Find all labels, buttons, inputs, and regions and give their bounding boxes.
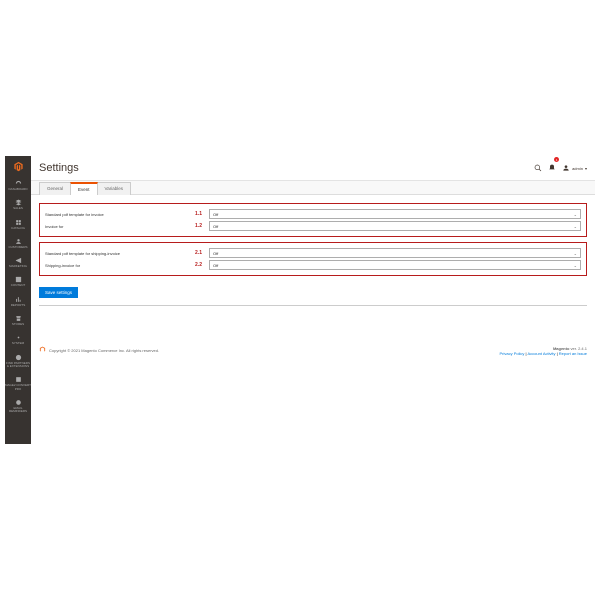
sidebar-item-dashboard[interactable]: DASHBOARD: [5, 176, 31, 195]
sidebar-item-stores[interactable]: STORES: [5, 311, 31, 330]
user-label: admin: [572, 166, 583, 171]
label: Invoice for: [45, 224, 63, 229]
footer: Copyright © 2021 Magento Commerce Inc. A…: [39, 346, 587, 356]
admin-sidebar: DASHBOARD SALES CATALOG CUSTOMERS MARKET…: [5, 156, 31, 444]
tabs: General Event Variables: [31, 180, 595, 195]
user-icon: [562, 164, 570, 172]
tab-variables[interactable]: Variables: [97, 182, 131, 195]
sidebar-item-reports[interactable]: REPORTS: [5, 292, 31, 311]
annotation-num: 1.1: [195, 211, 202, 217]
save-button[interactable]: Save settings: [39, 287, 78, 298]
row-invoice-for: Invoice for 1.2 Off⌄: [45, 221, 581, 231]
sidebar-item-customers[interactable]: CUSTOMERS: [5, 234, 31, 253]
bell-icon: [548, 164, 556, 172]
privacy-link[interactable]: Privacy Policy: [500, 351, 525, 356]
search-icon[interactable]: [534, 164, 542, 172]
annotation-num: 2.1: [195, 250, 202, 256]
sidebar-item-sales[interactable]: SALES: [5, 195, 31, 214]
select-shipping-for[interactable]: Off⌄: [209, 260, 581, 270]
row-shipping-for: Shipping-invoice for 2.2 Off⌄: [45, 260, 581, 270]
select-invoice-template[interactable]: Off⌄: [209, 209, 581, 219]
group-shipping: Standard pdf template for shipping-invoi…: [39, 242, 587, 276]
sidebar-item-mage2[interactable]: MAGE2 CONVERT PRO: [5, 372, 31, 395]
sidebar-item-content[interactable]: CONTENT: [5, 272, 31, 291]
report-issue-link[interactable]: Report an Issue: [559, 351, 587, 356]
row-invoice-template: Standard pdf template for invoice 1.1 Off…: [45, 209, 581, 219]
page-title: Settings: [39, 162, 79, 174]
notification-badge: 1: [554, 157, 559, 162]
notifications-button[interactable]: 1: [548, 159, 556, 177]
group-invoice: Standard pdf template for invoice 1.1 Off…: [39, 203, 587, 237]
select-invoice-for[interactable]: Off⌄: [209, 221, 581, 231]
label: Standard pdf template for shipping-invoi…: [45, 251, 120, 256]
account-activity-link[interactable]: Account Activity: [527, 351, 555, 356]
sidebar-item-catalog[interactable]: CATALOG: [5, 215, 31, 234]
chevron-down-icon: ▾: [585, 166, 587, 171]
magento-logo[interactable]: [5, 156, 31, 176]
chevron-down-icon: ⌄: [574, 251, 577, 256]
chevron-down-icon: ⌄: [574, 263, 577, 268]
sidebar-item-marketing[interactable]: MARKETING: [5, 253, 31, 272]
magento-logo-icon: [39, 346, 46, 354]
user-menu[interactable]: admin ▾: [562, 164, 587, 172]
tab-general[interactable]: General: [39, 182, 71, 195]
tab-event[interactable]: Event: [70, 182, 98, 195]
annotation-num: 1.2: [195, 223, 202, 229]
sidebar-item-system[interactable]: SYSTEM: [5, 330, 31, 349]
sidebar-item-partners[interactable]: FIND PARTNERS & EXTENSIONS: [5, 350, 31, 373]
chevron-down-icon: ⌄: [574, 224, 577, 229]
label: Shipping-invoice for: [45, 263, 80, 268]
chevron-down-icon: ⌄: [574, 212, 577, 217]
topbar: Settings 1 admin ▾: [31, 156, 595, 180]
copyright-text: Copyright © 2021 Magento Commerce Inc. A…: [49, 348, 159, 353]
label: Standard pdf template for invoice: [45, 212, 104, 217]
select-shipping-template[interactable]: Off⌄: [209, 248, 581, 258]
row-shipping-template: Standard pdf template for shipping-invoi…: [45, 248, 581, 258]
sidebar-item-reminders[interactable]: EMAIL REMINDERS: [5, 395, 31, 418]
annotation-num: 2.2: [195, 262, 202, 268]
